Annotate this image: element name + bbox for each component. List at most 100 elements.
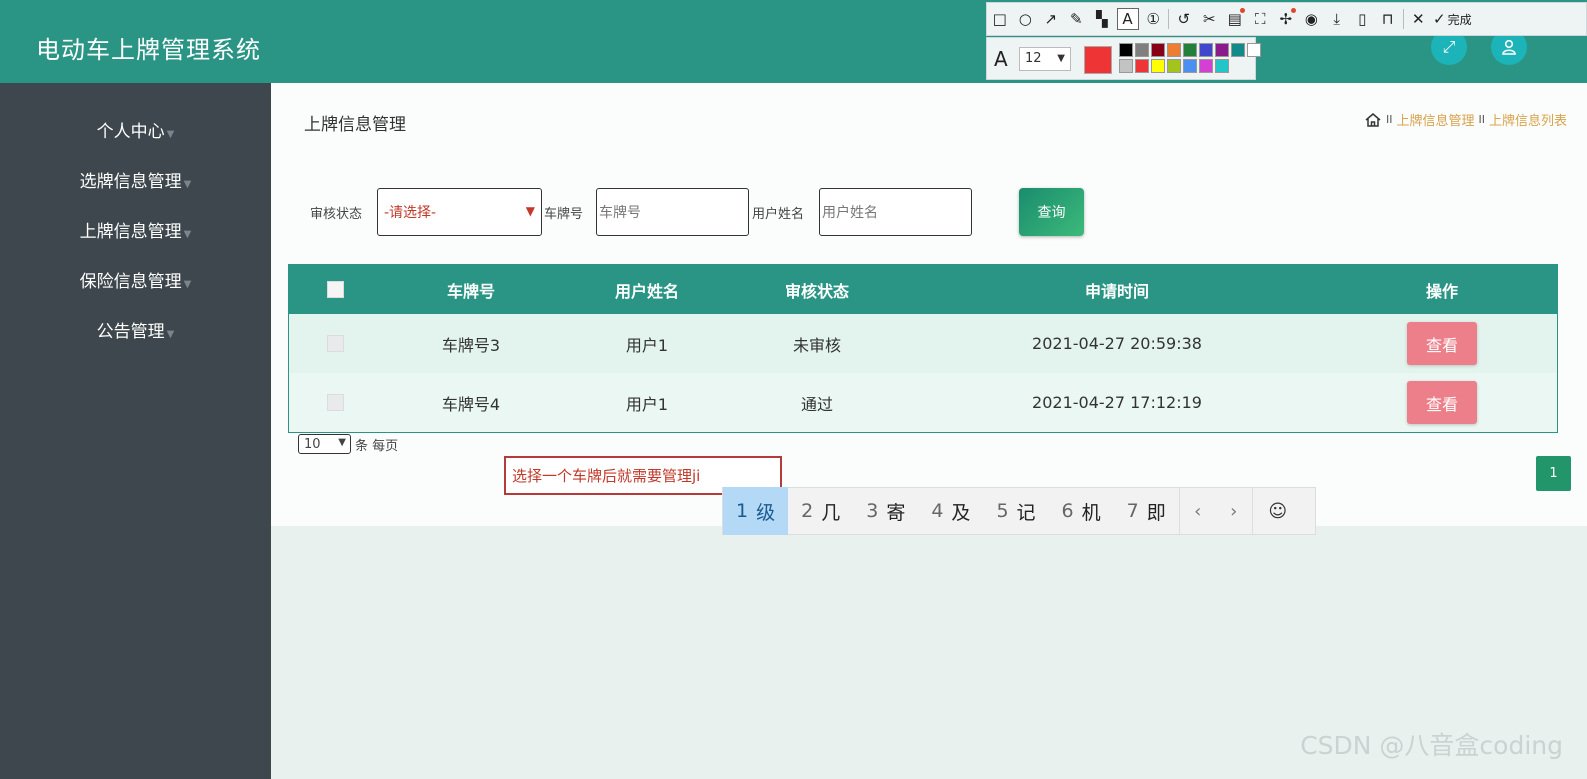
color-swatch[interactable] (1199, 43, 1213, 57)
color-swatch[interactable] (1183, 43, 1197, 57)
breadcrumb-separator: II (1385, 113, 1393, 126)
color-swatch[interactable] (1199, 59, 1213, 73)
close-icon[interactable]: ✕ (1406, 4, 1432, 34)
column-header: 用户姓名 (614, 281, 679, 301)
sidebar-item-plate-selection[interactable]: 选牌信息管理 ▼ (0, 169, 271, 195)
breadcrumb-item[interactable]: 上牌信息列表 (1489, 110, 1567, 129)
sidebar-item-label: 保险信息管理 (79, 272, 182, 292)
chevron-down-icon: ▼ (183, 279, 192, 290)
color-swatch[interactable] (1151, 59, 1165, 73)
number-tool-icon[interactable]: ① (1141, 4, 1167, 34)
name-input[interactable]: 用户姓名 (819, 188, 972, 236)
per-page-label: 条 每页 (355, 438, 399, 454)
breadcrumb-item[interactable]: 上牌信息管理 (1396, 110, 1474, 129)
row-checkbox[interactable] (319, 314, 351, 373)
view-cell: 查看 (1384, 373, 1500, 432)
status-cell: 通过 (800, 394, 833, 414)
ime-candidate[interactable]: 1级 (723, 487, 789, 535)
page-title: 上牌信息管理 (304, 115, 406, 135)
ime-candidate-bar: 1级 2几 3寄 4及 5记 6机 7即 ‹ › ☺ (722, 487, 1316, 535)
chevron-down-icon: ▼ (166, 329, 175, 340)
ocr-icon[interactable]: ▤ (1222, 4, 1248, 34)
status-select-value: -请选择- (384, 205, 437, 221)
plate-cell: 车牌号4 (441, 394, 501, 414)
color-swatch[interactable] (1215, 59, 1229, 73)
view-button[interactable]: 查看 (1407, 322, 1477, 365)
emoji-icon[interactable]: ☺ (1253, 487, 1303, 535)
rectangle-tool-icon[interactable]: □ (987, 4, 1013, 34)
ime-next-icon[interactable]: › (1216, 487, 1252, 535)
column-header: 审核状态 (784, 281, 849, 301)
mosaic-tool-icon[interactable]: ▚ (1089, 4, 1115, 34)
query-button[interactable]: 查询 (1019, 188, 1084, 236)
view-button[interactable]: 查看 (1407, 381, 1477, 424)
home-icon[interactable] (1364, 112, 1382, 128)
sidebar-item-announcements[interactable]: 公告管理 ▼ (0, 319, 271, 345)
sidebar-item-label: 上牌信息管理 (79, 222, 182, 242)
time-cell: 2021-04-27 20:59:38 (1032, 334, 1202, 353)
chevron-down-icon: ▼ (1057, 53, 1065, 64)
chevron-down-icon: ▼ (525, 204, 535, 218)
column-header: 车牌号 (446, 281, 495, 301)
ime-candidate[interactable]: 7即 (1114, 487, 1179, 535)
ime-candidate[interactable]: 6机 (1049, 487, 1114, 535)
color-palette (1119, 43, 1261, 73)
scissors-icon[interactable]: ✂ (1197, 4, 1223, 34)
annotation-text: 选择一个车牌后就需要管理ji (512, 467, 701, 485)
sidebar-item-plate-registration[interactable]: 上牌信息管理 ▼ (0, 219, 271, 245)
record-icon[interactable]: ◉ (1299, 4, 1325, 34)
row-checkbox[interactable] (319, 373, 351, 432)
plate-cell: 车牌号3 (441, 335, 501, 355)
status-cell: 未审核 (792, 335, 841, 355)
download-icon[interactable]: ⤓ (1324, 4, 1350, 34)
fullscreen-capture-icon[interactable]: ⛶ (1248, 4, 1274, 34)
select-all-checkbox[interactable] (319, 265, 351, 314)
color-swatch[interactable] (1183, 59, 1197, 73)
ime-candidate[interactable]: 3寄 (853, 487, 918, 535)
done-button[interactable]: ✓ 完成 (1431, 4, 1474, 34)
color-swatch[interactable] (1167, 43, 1181, 57)
ime-prev-icon[interactable]: ‹ (1180, 487, 1216, 535)
sidebar: 个人中心 ▼ 选牌信息管理 ▼ 上牌信息管理 ▼ 保险信息管理 ▼ 公告管理 ▼ (0, 83, 271, 779)
sidebar-item-label: 个人中心 (96, 122, 165, 142)
page-size-select[interactable]: 10 ▼ (298, 434, 351, 454)
phone-icon[interactable]: ▯ (1350, 4, 1376, 34)
pin-icon[interactable]: ✢ (1273, 4, 1299, 34)
ellipse-tool-icon[interactable]: ○ (1013, 4, 1039, 34)
plate-label: 车牌号 (544, 207, 584, 222)
column-header: 申请时间 (1084, 281, 1149, 301)
color-swatch[interactable] (1231, 43, 1245, 57)
sidebar-item-personal-center[interactable]: 个人中心 ▼ (0, 119, 271, 145)
arrow-tool-icon[interactable]: ↗ (1038, 4, 1064, 34)
chevron-down-icon: ▼ (166, 129, 175, 140)
color-swatch[interactable] (1119, 43, 1133, 57)
page-number-button[interactable]: 1 (1536, 456, 1571, 491)
time-cell: 2021-04-27 17:12:19 (1032, 393, 1202, 412)
ime-candidate[interactable]: 2几 (788, 487, 853, 535)
user-cell: 用户1 (625, 394, 669, 414)
color-swatch[interactable] (1151, 43, 1165, 57)
current-color-swatch[interactable] (1084, 46, 1112, 74)
data-table: 车牌号 用户姓名 审核状态 申请时间 操作 车牌号3 用户1 未审核 2021-… (288, 264, 1558, 433)
ime-candidate[interactable]: 4及 (918, 487, 983, 535)
ime-candidate[interactable]: 5记 (983, 487, 1048, 535)
breadcrumb-separator: II (1478, 113, 1485, 126)
color-swatch[interactable] (1215, 43, 1229, 57)
bookmark-icon[interactable]: ⊓ (1375, 4, 1401, 34)
plate-input[interactable]: 车牌号 (596, 188, 749, 236)
font-size-select[interactable]: 12 ▼ (1019, 47, 1071, 71)
color-swatch[interactable] (1247, 43, 1261, 57)
sidebar-item-insurance[interactable]: 保险信息管理 ▼ (0, 269, 271, 295)
color-swatch[interactable] (1135, 59, 1149, 73)
color-swatch[interactable] (1119, 59, 1133, 73)
color-swatch[interactable] (1135, 43, 1149, 57)
status-select[interactable]: -请选择- ▼ (377, 188, 542, 236)
sidebar-item-label: 公告管理 (96, 322, 165, 342)
sidebar-item-label: 选牌信息管理 (79, 172, 182, 192)
text-tool-icon[interactable]: A (1116, 8, 1139, 30)
undo-icon[interactable]: ↺ (1171, 4, 1197, 34)
color-swatch[interactable] (1167, 59, 1181, 73)
app-title: 电动车上牌管理系统 (36, 36, 261, 64)
watermark: CSDN @八音盒coding (1300, 731, 1563, 760)
pen-tool-icon[interactable]: ✎ (1064, 4, 1090, 34)
